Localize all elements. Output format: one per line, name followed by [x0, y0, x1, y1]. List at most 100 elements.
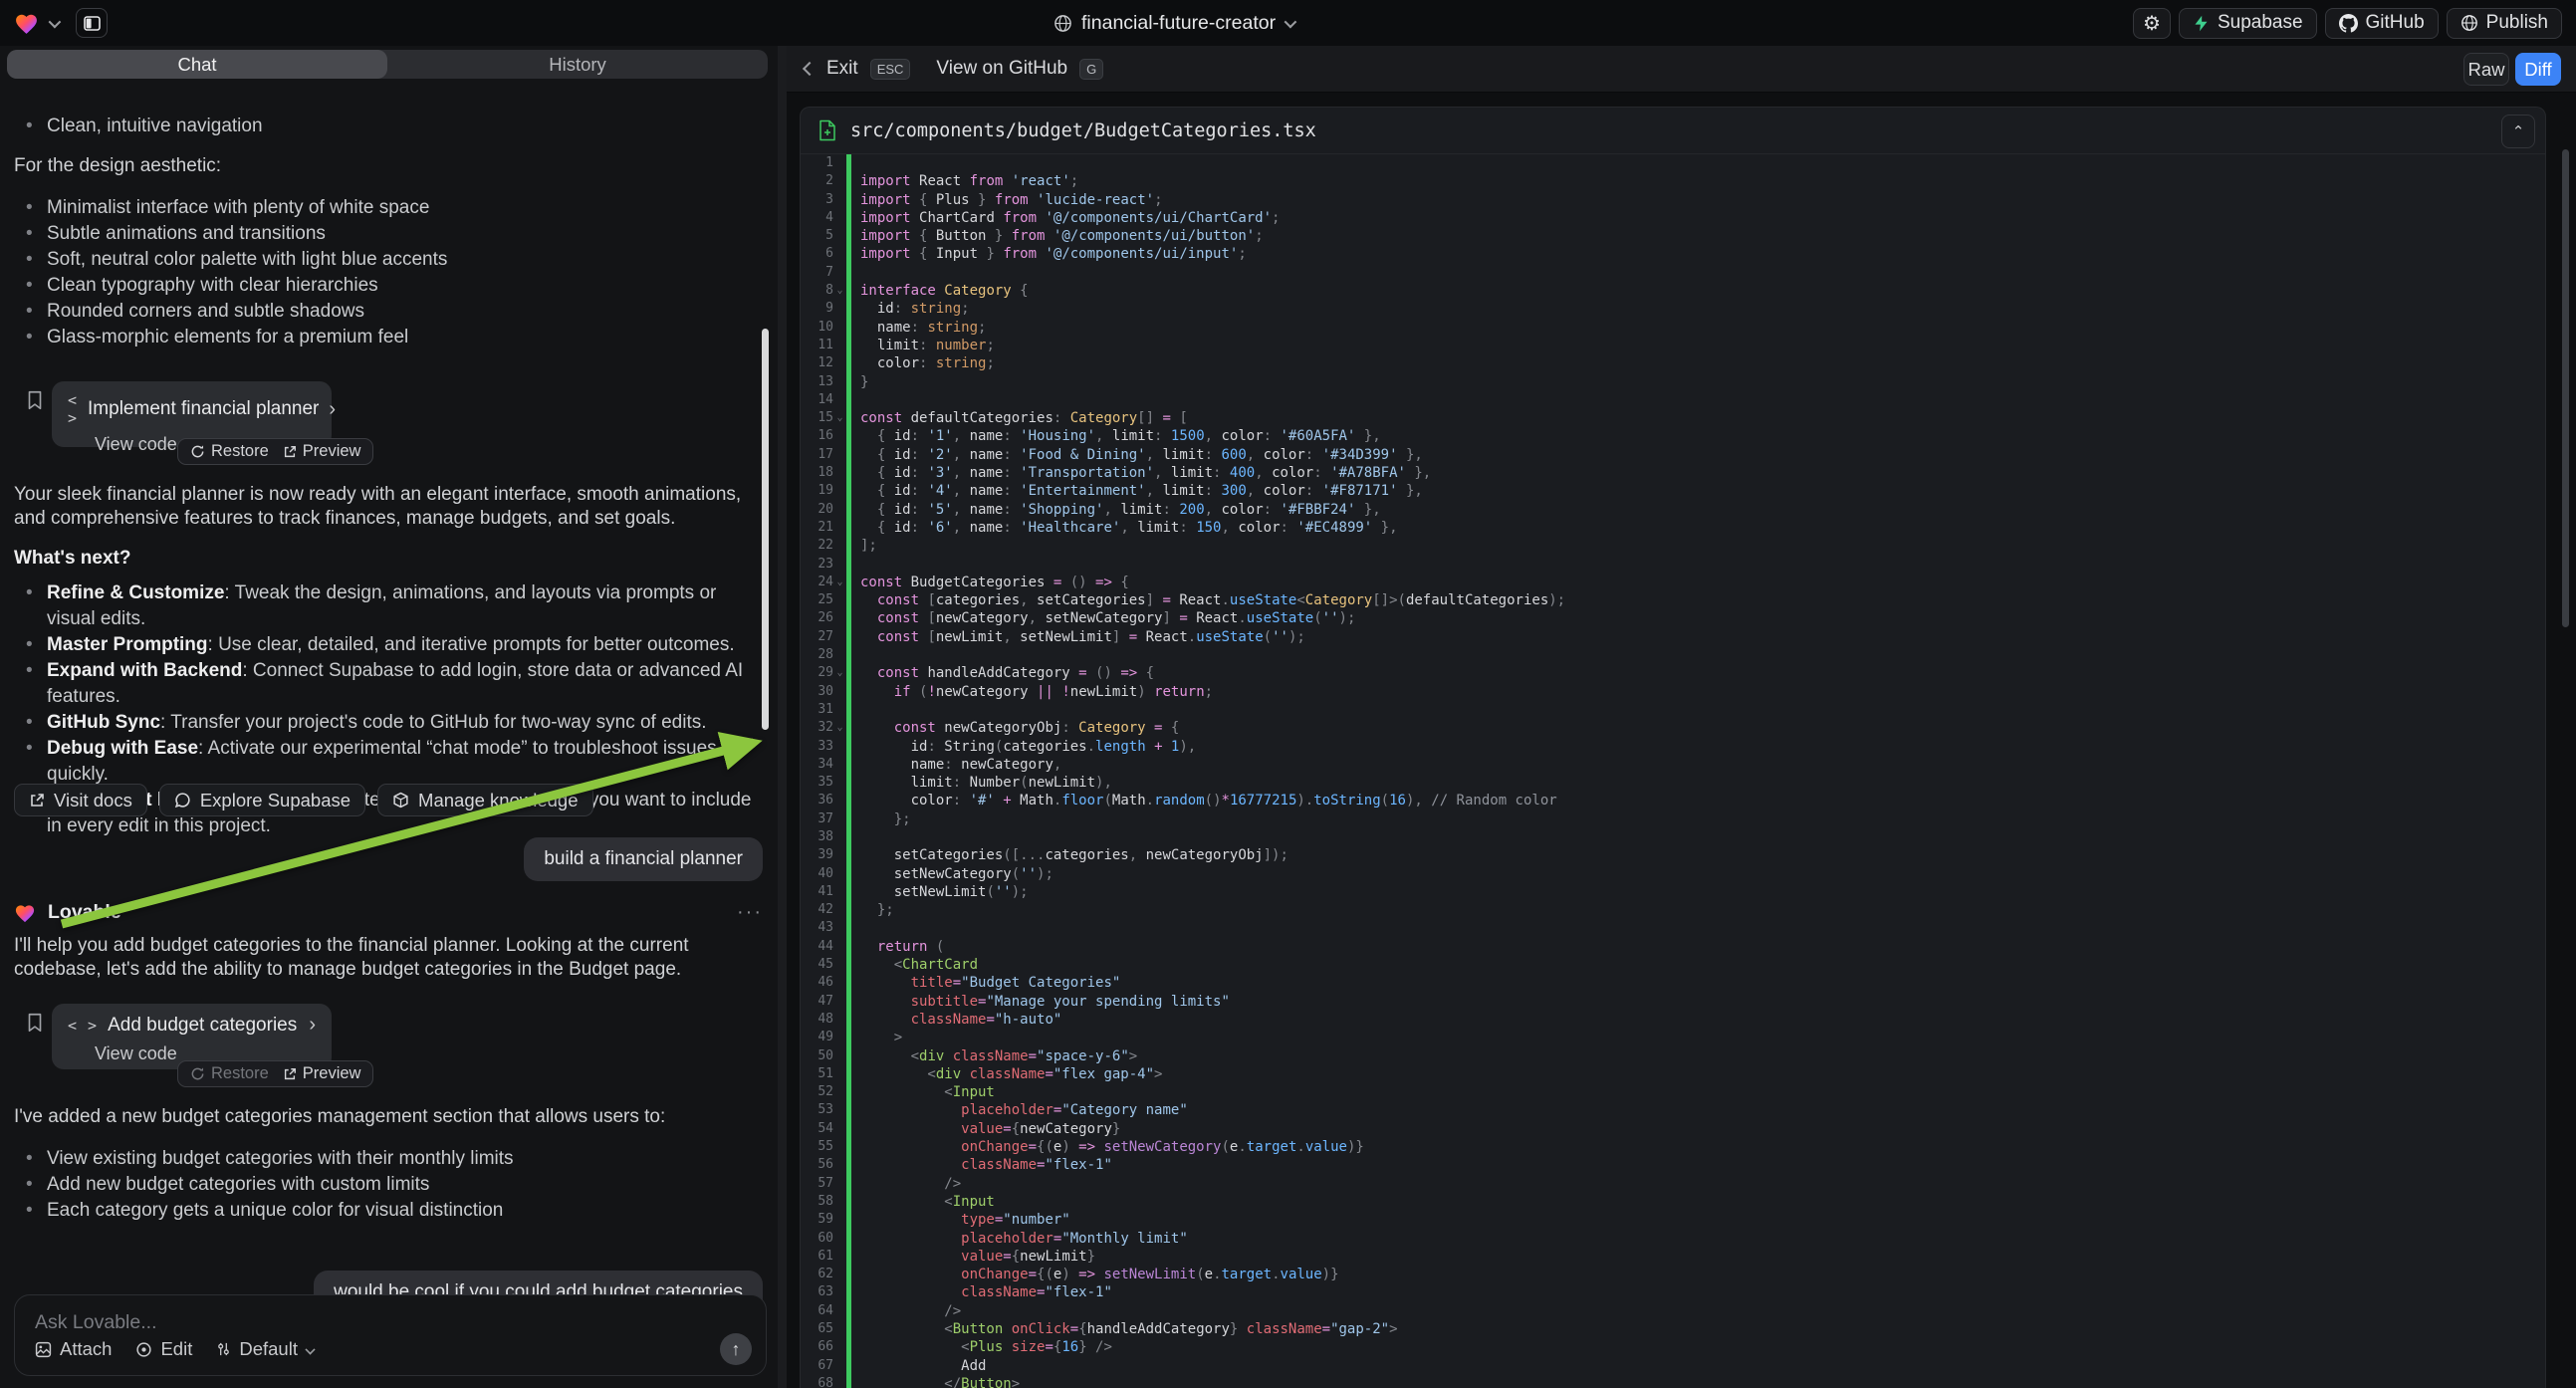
toggle-sidebar-button[interactable] — [76, 8, 108, 38]
line-number: 14 — [801, 391, 833, 409]
fold-spacer — [833, 300, 846, 318]
attach-button[interactable]: Attach — [35, 1338, 112, 1360]
bookmark-icon[interactable] — [24, 389, 46, 411]
code-line: 44 return ( — [801, 938, 2545, 956]
code-line: 39 setCategories([...categories, newCate… — [801, 846, 2545, 864]
code-text: return ( — [846, 938, 2545, 956]
code-line: 16 { id: '1', name: 'Housing', limit: 15… — [801, 427, 2545, 445]
file-path: src/components/budget/BudgetCategories.t… — [850, 120, 1316, 141]
manage-knowledge-button[interactable]: Manage knowledge — [377, 784, 592, 816]
line-number: 9 — [801, 300, 833, 318]
file-header-bar[interactable]: src/components/budget/BudgetCategories.t… — [801, 108, 2545, 154]
edit-mode-button[interactable]: Edit — [135, 1338, 192, 1360]
code-scrollbar[interactable] — [2562, 149, 2569, 627]
code-line: 66 <Plus size={16} /> — [801, 1338, 2545, 1356]
line-number: 50 — [801, 1047, 833, 1065]
line-number: 10 — [801, 319, 833, 337]
line-number: 12 — [801, 354, 833, 372]
code-line: 30 if (!newCategory || !newLimit) return… — [801, 683, 2545, 701]
raw-toggle-button[interactable]: Raw — [2463, 53, 2509, 86]
code-line: 40 setNewCategory(''); — [801, 865, 2545, 883]
settings-button[interactable]: ⚙ — [2133, 8, 2171, 39]
code-listing[interactable]: 12import React from 'react';3import { Pl… — [801, 154, 2545, 1388]
line-number: 66 — [801, 1338, 833, 1356]
logo-chevron-down-icon[interactable] — [49, 15, 62, 28]
view-on-github-link[interactable]: View on GitHub — [936, 58, 1067, 80]
chat-scrollbar[interactable] — [762, 329, 769, 730]
gear-icon: ⚙ — [2143, 11, 2161, 36]
code-text: <Input — [846, 1193, 2545, 1211]
back-chevron-icon[interactable] — [803, 62, 817, 76]
code-text: const [newCategory, setNewCategory] = Re… — [846, 609, 2545, 627]
project-switcher[interactable]: financial-future-creator — [1054, 0, 1293, 46]
fold-chevron-icon[interactable]: ⌄ — [833, 719, 846, 737]
explore-supabase-button[interactable]: Explore Supabase — [159, 784, 365, 816]
code-text — [846, 556, 2545, 574]
bookmark-icon[interactable] — [24, 1012, 46, 1034]
preview-button[interactable]: Preview — [283, 442, 361, 461]
fold-chevron-icon[interactable]: ⌄ — [833, 664, 846, 682]
supabase-button[interactable]: Supabase — [2179, 8, 2317, 39]
visit-docs-button[interactable]: Visit docs — [14, 784, 147, 816]
message-more-button[interactable]: ··· — [737, 901, 763, 924]
restore-button-disabled[interactable]: Restore — [190, 1064, 269, 1083]
preview-button[interactable]: Preview — [283, 1064, 361, 1083]
code-line: 55 onChange={(e) => setNewCategory(e.tar… — [801, 1138, 2545, 1156]
code-text: <Input — [846, 1083, 2545, 1101]
code-text: </Button> — [846, 1375, 2545, 1388]
whats-next-heading: What's next? — [14, 548, 763, 570]
line-number: 58 — [801, 1193, 833, 1211]
line-number: 60 — [801, 1230, 833, 1248]
fold-spacer — [833, 883, 846, 901]
code-line: 51 <div className="flex gap-4"> — [801, 1065, 2545, 1083]
code-panel-header: Exit esc View on GitHub G Raw Diff — [787, 46, 2576, 93]
fold-chevron-icon[interactable]: ⌄ — [833, 409, 846, 427]
line-number: 51 — [801, 1065, 833, 1083]
fold-spacer — [833, 191, 846, 209]
chat-input-box[interactable]: Ask Lovable... Attach Edit — [14, 1294, 767, 1376]
collapse-file-button[interactable]: ⌃ — [2501, 115, 2535, 148]
tab-chat[interactable]: Chat — [7, 50, 387, 79]
code-line: 47 subtitle="Manage your spending limits… — [801, 993, 2545, 1011]
exit-button[interactable]: Exit — [826, 58, 858, 80]
model-selector[interactable]: Default — [216, 1338, 315, 1360]
line-number: 33 — [801, 738, 833, 756]
fold-spacer — [833, 1302, 846, 1320]
lovable-logo-icon[interactable] — [14, 12, 39, 35]
code-line: 67 Add — [801, 1357, 2545, 1375]
code-text: setNewLimit(''); — [846, 883, 2545, 901]
fold-spacer — [833, 846, 846, 864]
send-button[interactable]: ↑ — [720, 1333, 752, 1365]
fold-spacer — [833, 373, 846, 391]
line-number: 62 — [801, 1266, 833, 1283]
github-button[interactable]: GitHub — [2325, 8, 2439, 39]
chevron-up-icon: ⌃ — [2512, 122, 2525, 140]
fold-spacer — [833, 1338, 846, 1356]
fold-spacer — [833, 1101, 846, 1119]
code-text: value={newCategory} — [846, 1120, 2545, 1138]
tab-history[interactable]: History — [387, 50, 768, 79]
diff-toggle-button[interactable]: Diff — [2515, 53, 2561, 86]
line-number: 5 — [801, 227, 833, 245]
line-number: 42 — [801, 901, 833, 919]
code-line: 1 — [801, 154, 2545, 172]
fold-chevron-icon[interactable]: ⌄ — [833, 282, 846, 300]
fold-spacer — [833, 1047, 846, 1065]
file-diff-card: src/components/budget/BudgetCategories.t… — [800, 107, 2546, 1388]
line-number: 41 — [801, 883, 833, 901]
publish-button[interactable]: Publish — [2447, 8, 2562, 39]
fold-chevron-icon[interactable]: ⌄ — [833, 574, 846, 591]
restore-button[interactable]: Restore — [190, 442, 269, 461]
code-line: 18 { id: '3', name: 'Transportation', li… — [801, 464, 2545, 482]
line-number: 20 — [801, 501, 833, 519]
line-number: 55 — [801, 1138, 833, 1156]
line-number: 22 — [801, 537, 833, 555]
chat-scroll-area[interactable]: Clean, intuitive navigation For the desi… — [0, 79, 793, 1388]
line-number: 18 — [801, 464, 833, 482]
code-text: id: string; — [846, 300, 2545, 318]
project-chevron-down-icon — [1285, 15, 1297, 28]
code-line: 34 name: newCategory, — [801, 756, 2545, 774]
line-number: 23 — [801, 556, 833, 574]
fold-spacer — [833, 828, 846, 846]
code-line: 63 className="flex-1" — [801, 1283, 2545, 1301]
